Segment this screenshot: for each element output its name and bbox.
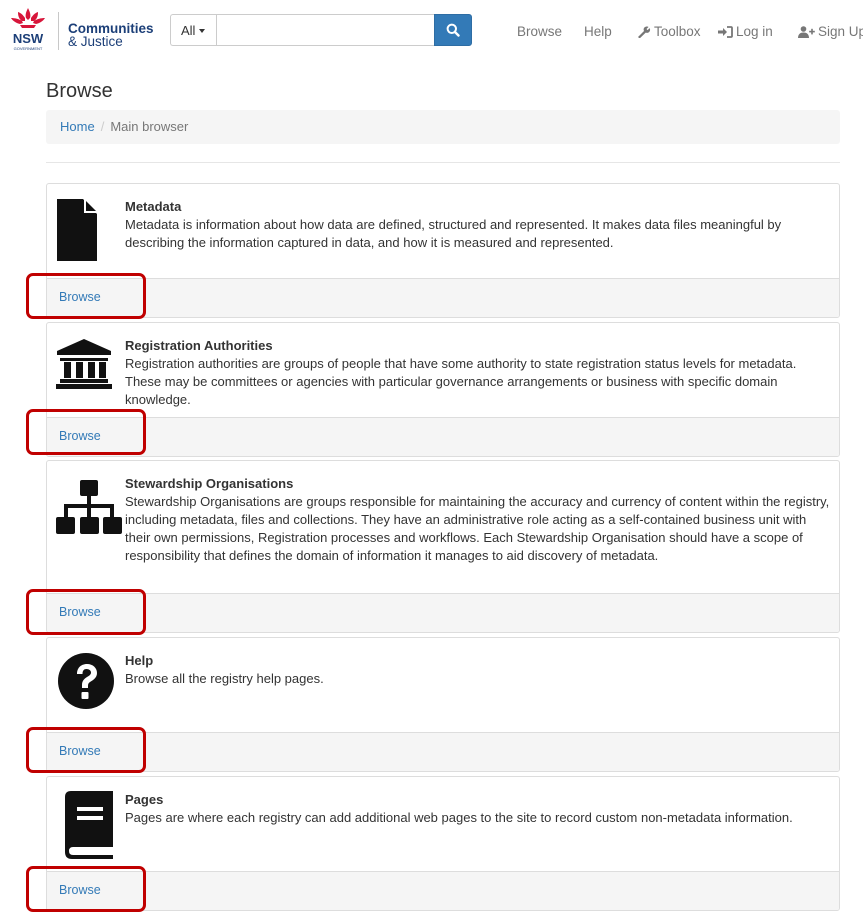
help-panel: Help Browse all the registry help pages.… [46,637,840,772]
breadcrumb-separator: / [100,119,105,134]
document-icon [55,197,99,266]
registration-authorities-description: Registration authorities are groups of p… [125,356,797,407]
nsw-government-logo[interactable]: NSW GOVERNMENT [6,6,50,52]
nav-toolbox-label: Toolbox [654,24,701,39]
registration-authorities-title: Registration Authorities [125,338,273,353]
sitemap-icon [53,479,125,542]
nav-login-link[interactable]: Log in [718,24,773,39]
user-plus-icon [798,25,815,38]
brand-name[interactable]: Communities & Justice [68,22,154,49]
nav-signup-link[interactable]: Sign Up [798,24,863,39]
pages-browse-link[interactable]: Browse [59,883,101,897]
top-navbar: NSW GOVERNMENT Communities & Justice All… [0,0,863,60]
pages-title: Pages [125,792,164,807]
book-icon [61,789,117,864]
breadcrumb-home-link[interactable]: Home [60,119,95,134]
institution-icon [55,338,113,393]
metadata-browse-link[interactable]: Browse [59,290,101,304]
help-description: Browse all the registry help pages. [125,671,324,686]
search-icon [446,23,460,37]
search-scope-value: All [181,22,196,38]
stewardship-organisations-panel: Stewardship Organisations Stewardship Or… [46,460,840,633]
registration-authorities-panel: Registration Authorities Registration au… [46,322,840,457]
nav-toolbox-link[interactable]: Toolbox [637,24,701,39]
nav-browse-label: Browse [517,24,563,39]
nsw-logo-subtext: GOVERNMENT [14,46,43,51]
breadcrumb: Home / Main browser [46,110,840,144]
page-title: Browse [46,80,113,102]
search-scope-dropdown[interactable]: All [170,14,216,46]
search-bar: All [170,14,472,46]
search-input[interactable] [216,14,434,46]
registration-authorities-panel-footer: Browse [47,417,839,456]
stewardship-organisations-panel-footer: Browse [47,593,839,632]
caret-down-icon [199,28,206,33]
metadata-panel-footer: Browse [47,278,839,317]
nav-signup-label: Sign Up [818,24,863,39]
question-circle-icon [57,652,115,713]
help-panel-footer: Browse [47,732,839,771]
logo-divider [58,12,59,50]
nav-browse-link[interactable]: Browse [517,24,562,39]
pages-description: Pages are where each registry can add ad… [125,810,793,825]
metadata-description: Metadata is information about how data a… [125,217,782,250]
stewardship-organisations-browse-link[interactable]: Browse [59,605,101,619]
nav-help-label: Help [584,24,612,39]
nav-help-link[interactable]: Help [584,24,612,39]
metadata-title: Metadata [125,199,182,214]
breadcrumb-current: Main browser [110,119,189,134]
search-button[interactable] [434,14,472,46]
sign-in-icon [718,25,733,38]
stewardship-organisations-title: Stewardship Organisations [125,476,294,491]
metadata-panel: Metadata Metadata is information about h… [46,183,840,318]
nav-login-label: Log in [736,24,773,39]
pages-panel: Pages Pages are where each registry can … [46,776,840,911]
wrench-icon [638,26,651,38]
help-browse-link[interactable]: Browse [59,744,101,758]
brand-line-2: & Justice [68,34,123,49]
registration-authorities-browse-link[interactable]: Browse [59,429,101,443]
nsw-logo-text: NSW [13,31,44,46]
header-divider [46,162,840,163]
pages-panel-footer: Browse [47,871,839,910]
help-title: Help [125,653,154,668]
stewardship-organisations-description: Stewardship Organisations are groups res… [125,494,830,563]
